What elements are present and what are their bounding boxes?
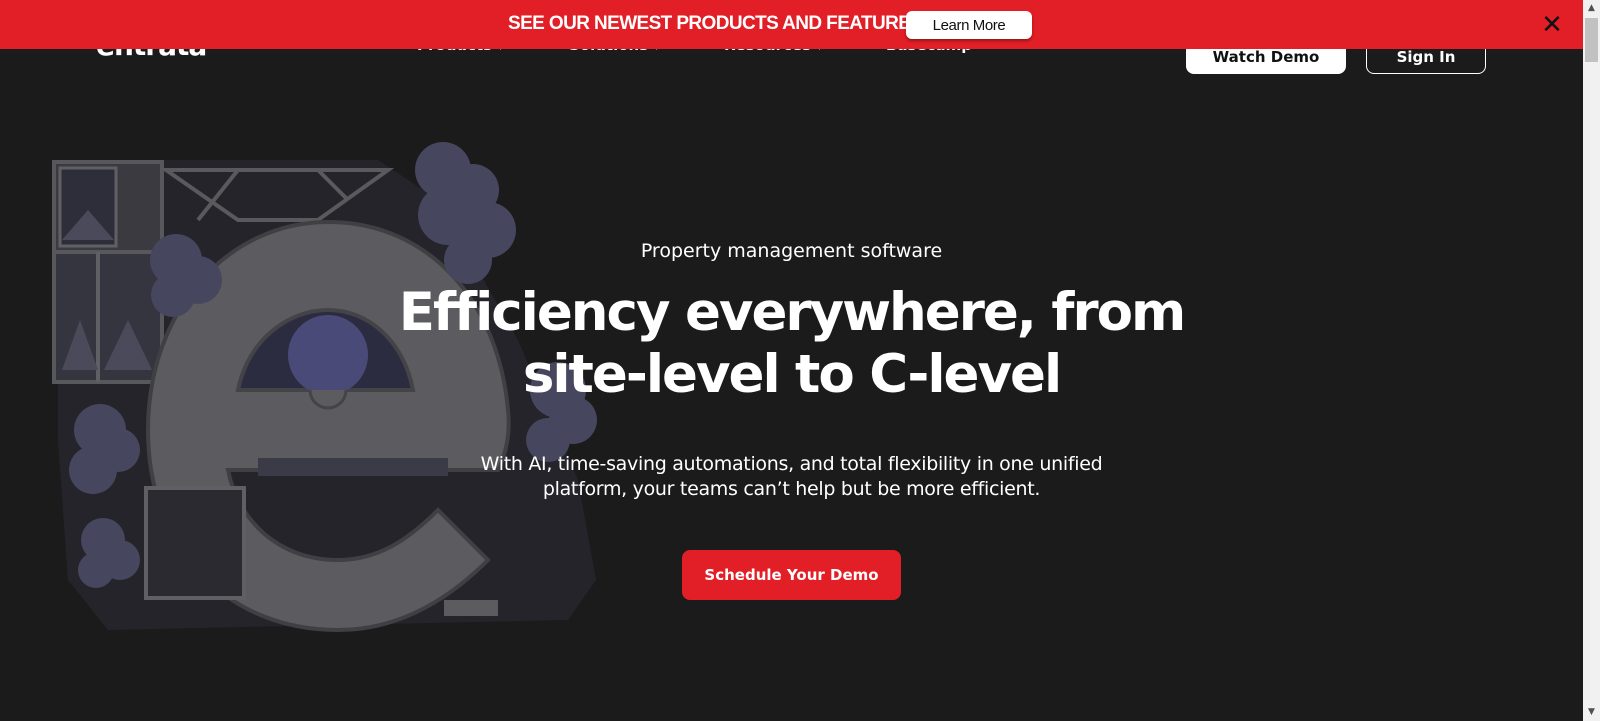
hero-subtitle: With AI, time-saving automations, and to… — [480, 453, 1103, 500]
scroll-up-arrow-icon[interactable]: ▲ — [1583, 0, 1600, 17]
announcement-banner: SEE OUR NEWEST PRODUCTS AND FEATURES Lea… — [0, 0, 1583, 49]
close-icon[interactable]: ✕ — [1538, 12, 1566, 38]
hero-eyebrow: Property management software — [640, 240, 943, 262]
scroll-thumb[interactable] — [1585, 18, 1598, 62]
hero-title-line2: site-level to C-level — [522, 344, 1062, 405]
learn-more-button[interactable]: Learn More — [906, 11, 1032, 39]
hero-title: Efficiency everywhere, from site-level t… — [390, 282, 1193, 406]
schedule-demo-button[interactable]: Schedule Your Demo — [682, 550, 901, 600]
banner-text: SEE OUR NEWEST PRODUCTS AND FEATURES — [508, 13, 923, 34]
hero-title-line1: Efficiency everywhere, from — [398, 282, 1186, 343]
scroll-down-arrow-icon[interactable]: ▼ — [1583, 704, 1600, 721]
page-scrollbar[interactable]: ▲ ▼ — [1583, 0, 1600, 721]
